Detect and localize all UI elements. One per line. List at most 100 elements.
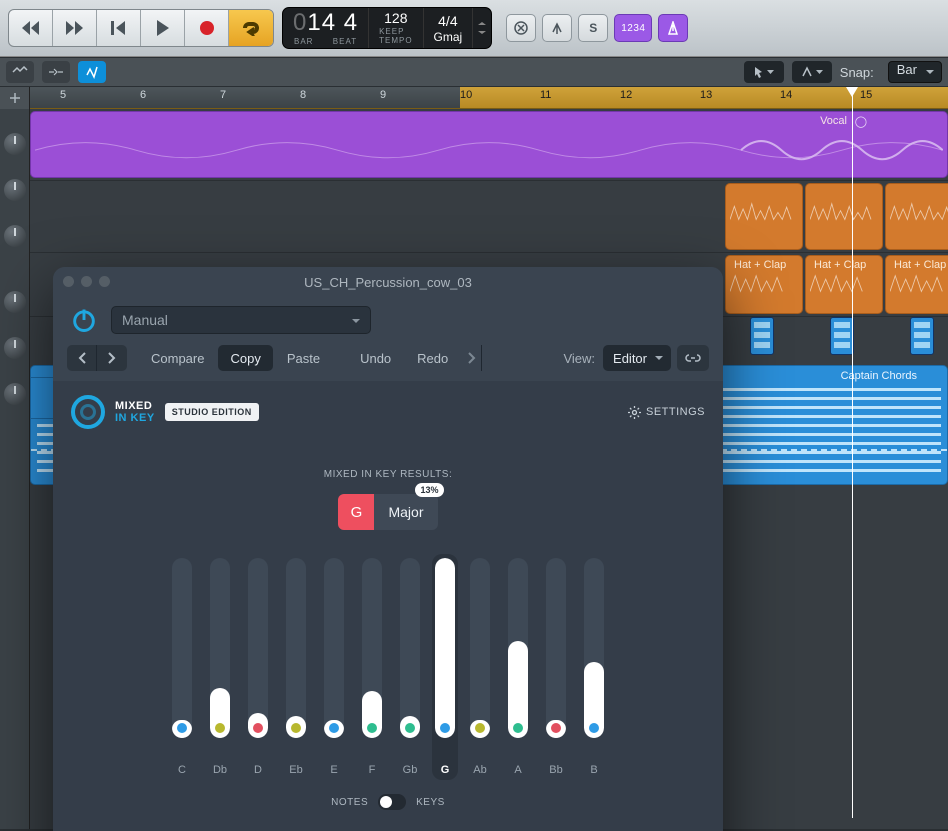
region-hatclap[interactable] — [885, 183, 948, 250]
zoom-icon[interactable] — [99, 276, 110, 287]
track-lane-vocal[interactable]: Vocal ◯ — [30, 109, 948, 181]
ruler-tick: 7 — [220, 89, 226, 101]
region-hatclap[interactable]: Hat + Clap — [725, 255, 803, 314]
track-knob[interactable] — [4, 225, 26, 247]
metronome-button[interactable] — [658, 14, 688, 42]
plugin-body: MIXED IN KEY STUDIO EDITION SETTINGS MIX… — [53, 381, 723, 831]
power-button[interactable] — [67, 303, 101, 337]
region-vocal[interactable]: Vocal ◯ — [30, 111, 948, 178]
view-toggle-2[interactable] — [42, 61, 70, 83]
bar-col[interactable]: G — [432, 554, 458, 780]
region-hatclap[interactable]: Hat + Clap — [885, 255, 948, 314]
waveform-icon — [730, 202, 798, 237]
transport-buttons — [8, 9, 274, 47]
track-area: Vocal ◯ Hat + Clap Hat + Clap Hat + Clap… — [0, 109, 948, 829]
undo-button[interactable]: Undo — [348, 345, 403, 371]
notes-keys-toggle[interactable] — [378, 794, 406, 810]
bar-col[interactable]: E — [321, 558, 347, 776]
side-chain-icon[interactable] — [462, 345, 482, 371]
midi-clip[interactable] — [830, 317, 854, 355]
snap-select[interactable]: Bar — [888, 61, 942, 83]
prev-preset-button[interactable] — [67, 345, 97, 371]
lcd-dropdown-icon[interactable] — [473, 8, 491, 48]
midi-clip[interactable] — [750, 317, 774, 355]
track-knob[interactable] — [4, 337, 26, 359]
compare-button[interactable]: Compare — [139, 345, 216, 371]
bar-label: G — [441, 764, 450, 776]
ruler-add-button[interactable] — [0, 87, 30, 109]
bar-col[interactable]: Ab — [467, 558, 493, 776]
key-root: G — [338, 494, 374, 530]
secondary-tool[interactable] — [792, 61, 832, 83]
next-preset-button[interactable] — [97, 345, 127, 371]
bar-col[interactable]: F — [359, 558, 385, 776]
bar-col[interactable]: B — [581, 558, 607, 776]
track-headers — [0, 109, 30, 829]
transport-bar: 014 4 BAR BEAT 128 KEEPTEMPO 4/4 Gmaj S … — [0, 0, 948, 57]
lcd-tempo[interactable]: 128 KEEPTEMPO — [369, 8, 423, 48]
bar-col[interactable]: D — [245, 558, 271, 776]
ruler-tick: 9 — [380, 89, 386, 101]
link-button[interactable] — [677, 345, 709, 371]
brand-logo-icon — [71, 395, 105, 429]
ruler-tick: 5 — [60, 89, 66, 101]
count-in-button[interactable]: 1234 — [614, 14, 652, 42]
window-controls[interactable] — [63, 276, 110, 287]
bar-col[interactable]: Eb — [283, 558, 309, 776]
automation-toggle[interactable] — [78, 61, 106, 83]
pointer-tool[interactable] — [744, 61, 784, 83]
notes-keys-toggle-row: NOTES KEYS — [71, 794, 705, 810]
go-to-start-button[interactable] — [97, 10, 141, 46]
track-knob[interactable] — [4, 383, 26, 405]
record-button[interactable] — [185, 10, 229, 46]
cancel-icon-button[interactable] — [506, 14, 536, 42]
bar-col[interactable]: Db — [207, 558, 233, 776]
track-knob[interactable] — [4, 179, 26, 201]
edition-badge: STUDIO EDITION — [165, 403, 259, 421]
waveform-icon — [810, 274, 878, 309]
loop-icon: ◯ — [855, 115, 867, 128]
bar-col[interactable]: Bb — [543, 558, 569, 776]
cycle-button[interactable] — [229, 10, 273, 46]
settings-button[interactable]: SETTINGS — [628, 406, 705, 419]
view-select[interactable]: Editor — [603, 345, 671, 371]
track-lane-hatclap[interactable] — [30, 181, 948, 253]
ruler-tick: 13 — [700, 89, 712, 101]
waveform-icon — [890, 202, 948, 237]
display-mode-buttons: S 1234 — [506, 14, 688, 42]
ruler-tick: 11 — [540, 89, 551, 101]
paste-button[interactable]: Paste — [275, 345, 332, 371]
track-knob[interactable] — [4, 133, 26, 155]
copy-button[interactable]: Copy — [218, 345, 272, 371]
bar-col[interactable]: C — [169, 558, 195, 776]
bar-label: Eb — [289, 764, 302, 776]
region-hatclap[interactable] — [805, 183, 883, 250]
bar-label: A — [514, 764, 521, 776]
waveform-icon — [810, 202, 878, 237]
midi-clip[interactable] — [910, 317, 934, 355]
note-bars-chart: CDbDEbEFGbGAbABbB — [71, 566, 705, 776]
view-toggle-1[interactable] — [6, 61, 34, 83]
lcd-signature[interactable]: 4/4 Gmaj — [424, 8, 474, 48]
close-icon[interactable] — [63, 276, 74, 287]
results-label: MIXED IN KEY RESULTS: — [71, 469, 705, 480]
play-button[interactable] — [141, 10, 185, 46]
forward-button[interactable] — [53, 10, 97, 46]
region-hatclap[interactable]: Hat + Clap — [805, 255, 883, 314]
waveform-icon — [890, 274, 948, 309]
solo-button[interactable]: S — [578, 14, 608, 42]
tuner-icon-button[interactable] — [542, 14, 572, 42]
rewind-button[interactable] — [9, 10, 53, 46]
bar-col[interactable]: A — [505, 558, 531, 776]
track-knob[interactable] — [4, 291, 26, 313]
region-hatclap[interactable] — [725, 183, 803, 250]
minimize-icon[interactable] — [81, 276, 92, 287]
playhead[interactable] — [852, 87, 853, 818]
preset-select[interactable]: Manual — [111, 306, 371, 334]
plugin-titlebar[interactable]: US_CH_Percussion_cow_03 — [53, 267, 723, 297]
bar-col[interactable]: Gb — [397, 558, 423, 776]
lcd-position[interactable]: 014 4 BAR BEAT — [283, 8, 369, 48]
redo-button[interactable]: Redo — [405, 345, 460, 371]
preset-nav — [67, 345, 127, 371]
timeline-ruler[interactable]: 56789 101112131415 — [30, 87, 948, 109]
